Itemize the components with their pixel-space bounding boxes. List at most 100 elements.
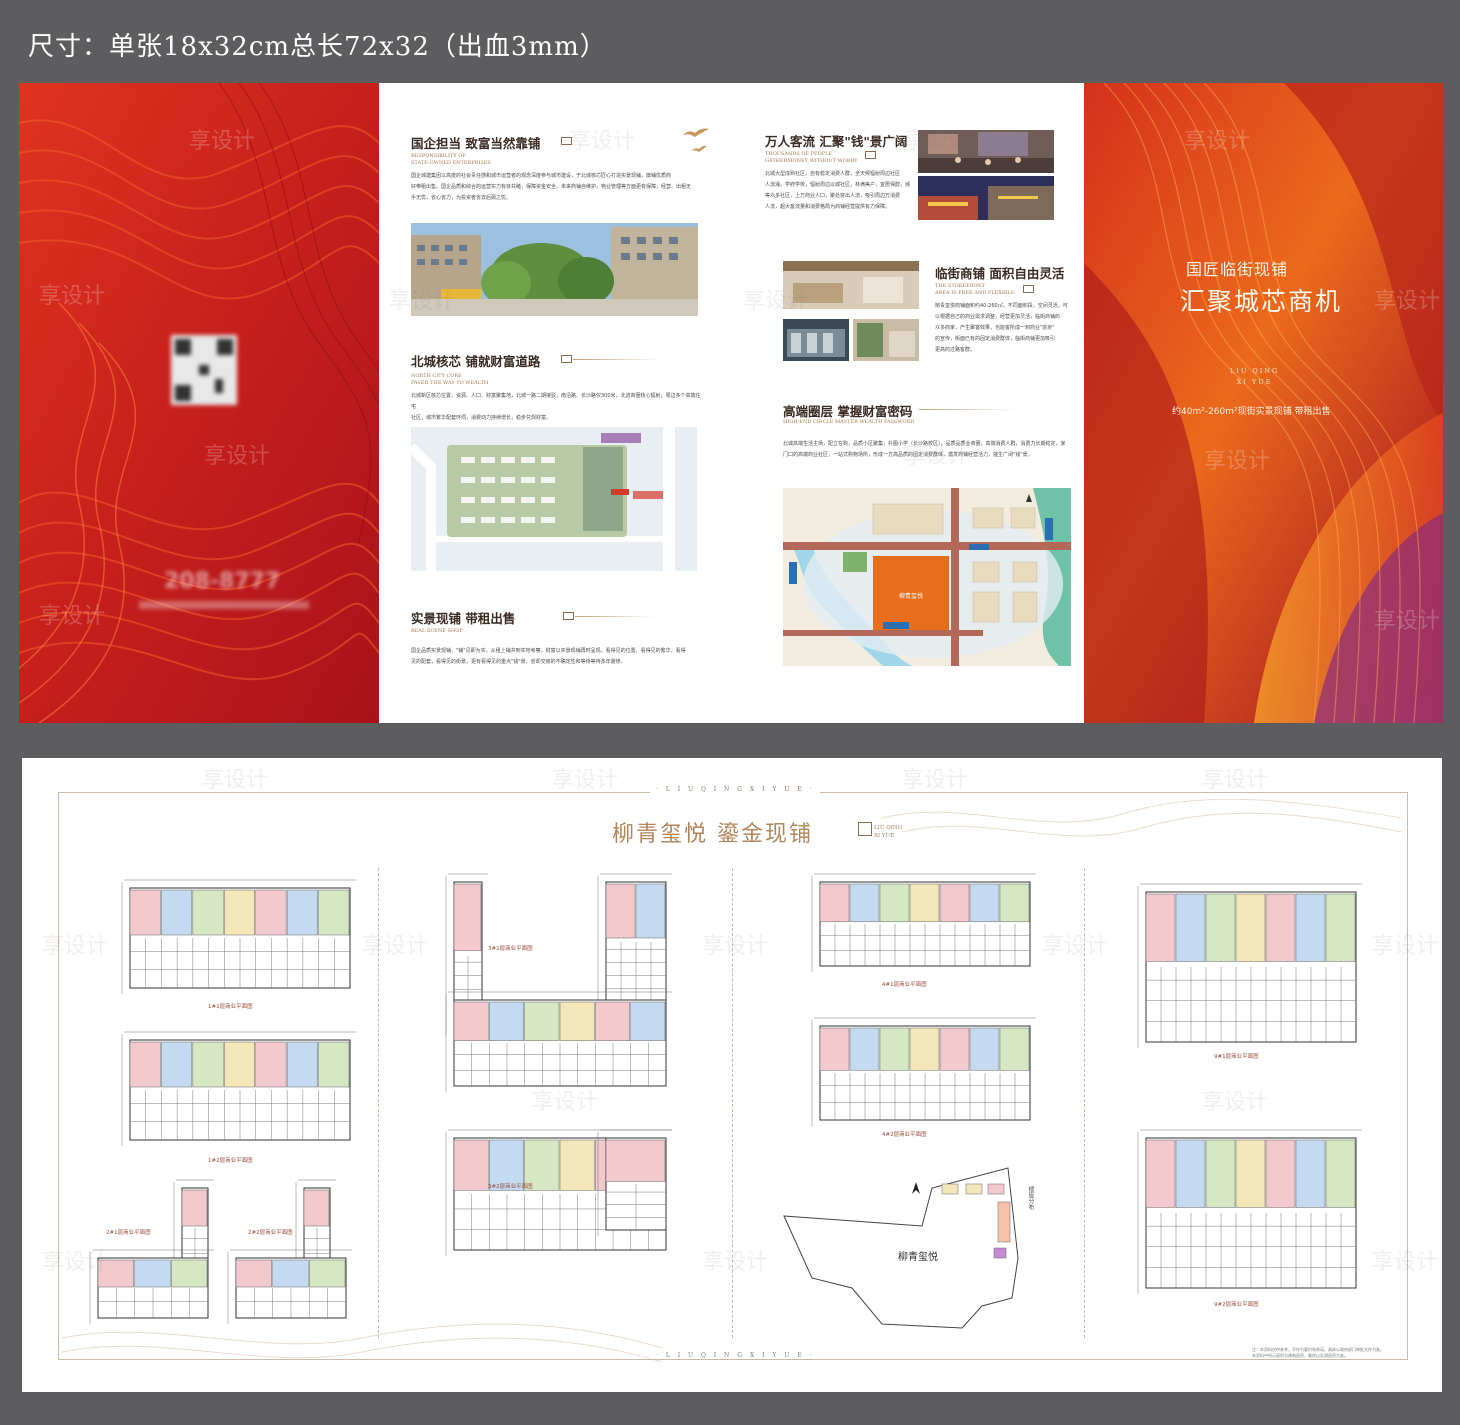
site-aerial-map [411,427,697,571]
plan-cell [987,1183,1005,1195]
section-subtitle-en: NORTH CITY CORE PAVED THE WAY TO WEALTH [411,373,489,386]
section-title: 万人客流 汇聚"钱"景广阔 [765,134,908,149]
watermark: 享设计 [702,934,769,959]
plan-label: 1#1层商业平面图 [208,1004,253,1010]
address-line-blurred [139,601,309,609]
watermark: 享设计 [1204,449,1271,474]
plan-label: 9#2层商业平面图 [1214,1302,1259,1308]
plan-cell [965,1183,983,1195]
footnote: 注：本资料仅供参考，不作为要约和承诺，具体以政府部门审批文件为准。 本资料中所示面… [1252,1347,1384,1358]
plan-cell [1265,893,1296,962]
section-body: 柳青玺悦商铺面积约40-260㎡，不同面积段，空间灵活，可 以根据自己的商业需求调… [935,303,1068,353]
plan-cell [524,1001,560,1041]
plan-cell [192,889,224,936]
plan-cell [819,1027,850,1071]
plan-cell [224,1041,255,1088]
section-subtitle-en: HIGH-END CIRCLE MASTER WEALTH PASSWORD [783,419,915,425]
watermark: 享设计 [1202,1090,1269,1115]
watermark: 享设计 [204,444,271,469]
plan-label: 4#1层商业平面图 [882,982,927,988]
watermark: 享设计 [39,284,106,309]
site-plan-name: 柳青玺悦 [898,1252,938,1263]
watermark: 享设计 [1042,934,1109,959]
plan-cell [879,883,910,923]
cover-headline: 汇聚城芯商机 [1180,287,1343,316]
plan-cell [453,883,482,951]
plan-cell [489,1001,524,1041]
watermark: 享设计 [903,444,970,469]
tag-line [573,359,663,360]
plan-cell [993,1247,1007,1259]
plan-label: 4#2层商业平面图 [882,1132,927,1138]
watermark: 享设计 [389,289,456,314]
watermark: 享设计 [1374,609,1441,634]
watermark: 享设计 [42,1250,109,1275]
plan-cell [129,889,161,936]
plan-cell [134,1259,171,1288]
plan-label: 9#1层商业平面图 [1214,1054,1259,1060]
plan-cell [453,1139,489,1191]
plan-cell [1295,893,1326,962]
plan-cell [1325,1139,1356,1208]
plan-cell [1145,893,1176,962]
plan-cell [605,1139,666,1182]
plan-cell [559,1001,595,1041]
watermark: 享设计 [1202,768,1269,793]
plan-cell [849,883,880,923]
brochure-outer-spread: 208-8777 享设计 享设计 享设计 享设计 国企担当 致富当然靠铺 RES… [19,83,1443,723]
plan-cell [1235,893,1266,962]
plan-cell [303,1189,330,1227]
plan-label: 1#2层商业平面图 [208,1158,253,1164]
watermark: 享设计 [702,1250,769,1275]
tag-line [575,616,655,617]
plan-cell [941,1183,959,1195]
plan-cell [605,883,636,939]
plan-cell [1145,1139,1176,1208]
plan-cell [630,1001,666,1041]
cover-area-info: 约40m²-260m²现街实景现铺 带租出售 [1172,407,1331,417]
hotline-number: 208-8777 [164,569,281,594]
watermark: 享设计 [569,129,636,154]
watermark: 享设计 [42,934,109,959]
section-title: 北城核芯 铺就财富道路 [411,354,541,369]
section-title: 国企担当 致富当然靠铺 [411,136,541,151]
section-title: 临街商铺 面积自由灵活 [935,266,1065,281]
tag-logo-icon [561,355,572,363]
section-subtitle-en: REAL SCENE SHOP [411,628,463,634]
plan-cell [129,1041,161,1088]
watermark: 享设计 [39,604,106,629]
watermark: 享设计 [189,129,256,154]
tag-logo-icon [1023,285,1034,293]
tag-logo-icon [865,151,876,159]
floor-plans-spread: · L I U Q I N G X I Y U E · · L I U Q I … [22,758,1442,1392]
plan-cell [999,1027,1030,1071]
section-body: 国企品质实景现铺，"铺"见即为实，从租上铺共到实地考察，财富以实景现铺再时呈现。… [411,648,686,665]
section-body: 北城新区核芯位置，资源、人口、财富聚集地，北城一路二期接驳，南沿路、长沙路仅30… [411,393,701,421]
cafe-photo [853,319,919,361]
section-subtitle-en: RESPONSIBILITY OF STATE-OWNED ENTERPRISES [411,153,491,166]
night-street-photo [918,176,1054,220]
watermark: 享设计 [1184,129,1251,154]
section-title: 实景现铺 带租出售 [411,611,516,626]
plan-cell [559,1139,595,1191]
section-body: 北城大型成熟社区，自有稳定消费人群，全天候辐射周边社区 人流涌，学府学校，辐射周边… [765,171,911,210]
section-body: 国企城建集团以高度的社会责任感和城市运营者的观念深度参与城市建设，于北城核芯匠心… [411,173,692,201]
location-map: 柳青玺悦 [783,488,1071,666]
cover-tagline: 国匠临街现铺 [1186,260,1289,279]
inner-panel-left: 国企担当 致富当然靠铺 RESPONSIBILITY OF STATE-OWNED… [379,83,723,723]
plan-cell [969,1027,1000,1071]
watermark: 享设计 [1372,1250,1439,1275]
plan-cell [969,883,1000,923]
plan-cell [909,883,940,923]
watermark: 享设计 [743,289,810,314]
plan-cell [1295,1139,1326,1208]
plan-cell [255,1041,287,1088]
cover-project-en: LIU QING XI YUE [1230,367,1280,386]
plan-cell [595,1001,630,1041]
bird-icon [683,128,709,152]
north-arrow-icon [912,1182,920,1194]
plan-cell [999,883,1030,923]
store-photo [783,319,849,361]
watermark: 享设计 [1374,289,1441,314]
section-title: 高端圈层 掌握财富密码 [783,404,913,419]
